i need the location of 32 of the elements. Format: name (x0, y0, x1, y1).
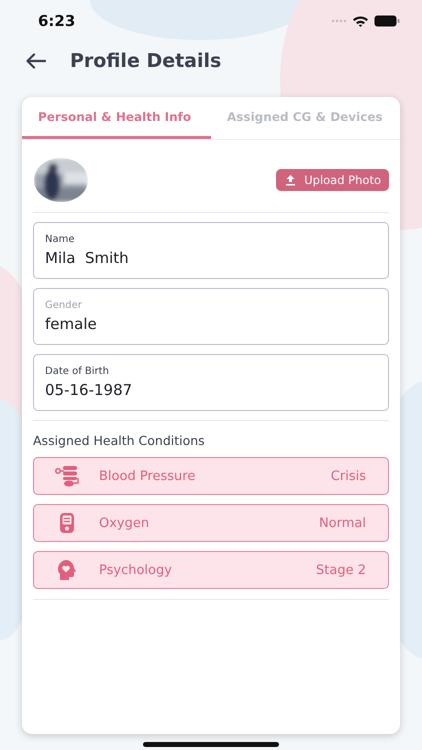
wifi-icon (352, 15, 369, 27)
condition-row[interactable]: Blood Pressure Crisis (33, 457, 389, 495)
input-field[interactable]: Date of Birth 05-16-1987 (33, 354, 389, 411)
field-value: Mila Smith (45, 248, 130, 266)
field-label: Gender (45, 300, 83, 310)
oximeter-icon (59, 512, 75, 534)
blood-pressure-icon (55, 465, 79, 487)
condition-status: Crisis (330, 468, 366, 484)
condition-status: Stage 2 (316, 562, 366, 578)
status-time: 6:23 (38, 12, 76, 30)
condition-name: Blood Pressure (99, 468, 196, 484)
condition-name: Psychology (99, 562, 173, 578)
field-label: Name (45, 234, 76, 244)
field-label: Date of Birth (45, 366, 110, 376)
section-heading: Assigned Health Conditions (33, 433, 206, 448)
input-field[interactable]: Name Mila Smith (33, 222, 389, 279)
upload-photo-button[interactable]: Upload Photo (276, 169, 389, 191)
signal-icon (331, 19, 347, 23)
tab[interactable]: Personal & Health Info (22, 97, 211, 139)
condition-status: Normal (318, 516, 366, 530)
back-button[interactable] (24, 51, 48, 71)
condition-row[interactable]: Psychology Stage 2 (33, 551, 389, 589)
condition-name: Oxygen (99, 516, 150, 530)
page-title: Profile Details (70, 50, 222, 72)
condition-row[interactable]: Oxygen Normal (33, 504, 389, 542)
field-value: 05-16-1987 (45, 380, 134, 398)
battery-icon (374, 15, 400, 27)
input-field[interactable]: Gender female (33, 288, 389, 345)
field-value: female (45, 314, 98, 332)
head-heart-icon (56, 559, 78, 581)
upload-icon (285, 174, 296, 186)
tab[interactable]: Assigned CG & Devices (211, 97, 400, 139)
